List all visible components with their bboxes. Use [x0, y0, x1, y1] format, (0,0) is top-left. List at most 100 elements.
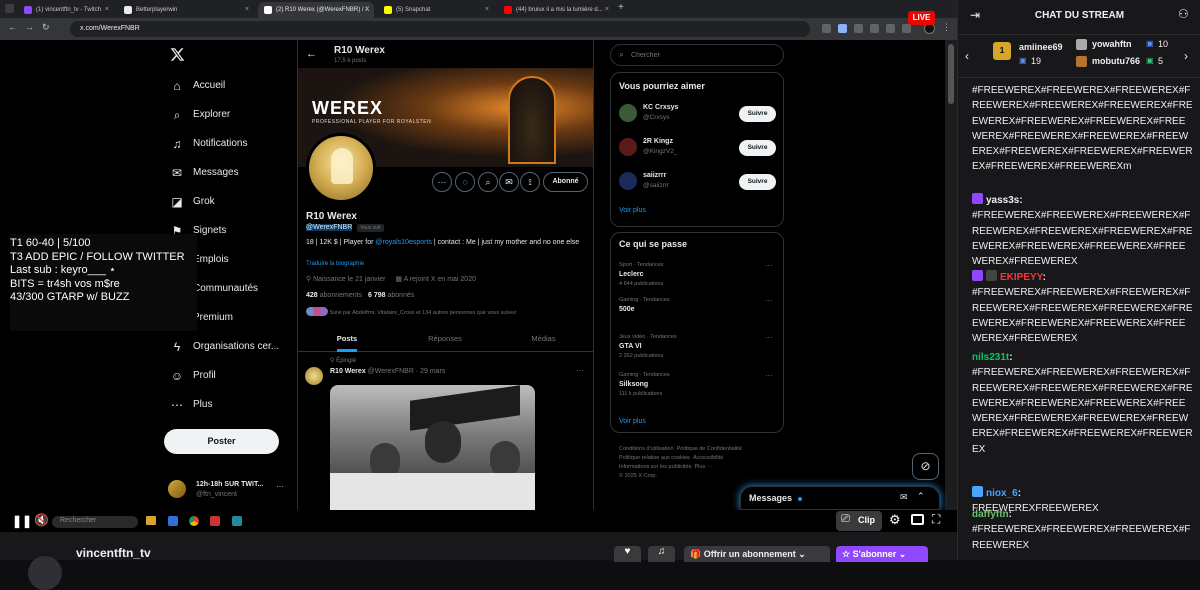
tab-replies[interactable]: Réponses	[396, 326, 494, 352]
post-author-avatar[interactable]	[305, 367, 323, 385]
search-icon[interactable]: ⌕	[478, 172, 498, 192]
browser-menu-icon[interactable]	[5, 4, 14, 13]
grok-icon[interactable]: ◌	[455, 172, 475, 192]
chat-users-icon[interactable]: ⚇	[1178, 7, 1189, 21]
followed-by-row[interactable]: Suivi par Abdelfrnr, Vitalaire_Cross et …	[306, 307, 591, 316]
volume-muted-icon[interactable]: 🔇	[34, 513, 49, 527]
chat-username[interactable]: daffyftn	[972, 509, 1009, 520]
gifter-name[interactable]: mobutu766	[1092, 56, 1140, 66]
translate-bio-link[interactable]: Traduire la biographie	[306, 261, 364, 267]
address-bar[interactable]: x.com/WerexFNBR	[70, 21, 810, 37]
following-link[interactable]: 428 abonnements	[306, 292, 362, 299]
mail-icon[interactable]: ✉	[499, 172, 519, 192]
post-more-button[interactable]: ···	[576, 366, 584, 375]
extension-icon[interactable]	[838, 24, 847, 33]
browser-tab[interactable]: (1) vincentftn_tv - Twitch ×	[18, 2, 114, 18]
channel-name[interactable]: vincentftn_tv	[76, 546, 151, 560]
followers-link[interactable]: 6 798 abonnés	[368, 292, 414, 299]
chat-username[interactable]: nils231t	[972, 352, 1009, 363]
new-tab-button[interactable]: +	[618, 2, 624, 13]
grok-floating-button[interactable]: ⊘	[912, 453, 939, 480]
tab-media[interactable]: Médias	[494, 326, 593, 352]
follow-button[interactable]: Suivre	[739, 140, 776, 156]
chevron-right-icon[interactable]: ›	[1184, 49, 1188, 63]
following-button[interactable]: Abonné	[543, 172, 588, 192]
extension-icon[interactable]	[886, 24, 895, 33]
sub-badge-icon[interactable]	[972, 193, 983, 204]
browser-tab[interactable]: (5) Snapchat ×	[378, 2, 494, 18]
theatre-mode-icon[interactable]	[911, 514, 924, 525]
forward-arrow-icon[interactable]: →	[25, 22, 34, 32]
extension-icon[interactable]	[854, 24, 863, 33]
browser-tab[interactable]: (44) bruiux il a mis la lumière d... ×	[498, 2, 614, 18]
chat-username[interactable]: niox_6	[986, 488, 1018, 499]
extension-icon[interactable]	[822, 24, 831, 33]
search-input[interactable]	[631, 48, 771, 62]
footer-link[interactable]: Informations sur les publicités	[619, 464, 691, 470]
suggestion-row[interactable]: saiizrrr @saiizrrr Suivre	[619, 172, 779, 194]
volume-slider[interactable]: Rechercher	[52, 516, 138, 528]
more-dots-icon[interactable]: ···	[432, 172, 452, 192]
gifter-name[interactable]: amiinee69	[1019, 42, 1063, 52]
footer-link[interactable]: Conditions d'utilisation	[619, 446, 674, 452]
address-bar-text[interactable]: x.com/WerexFNBR	[80, 25, 140, 32]
pause-icon[interactable]: ❚❚	[12, 514, 32, 528]
new-message-icon[interactable]: ✉	[900, 492, 908, 503]
close-tab-icon[interactable]: ×	[485, 6, 489, 13]
channel-avatar[interactable]	[28, 556, 62, 590]
taskbar-app-icon[interactable]	[232, 516, 242, 526]
trend-more-icon[interactable]: ···	[765, 333, 773, 342]
close-tab-icon[interactable]: ×	[365, 6, 369, 13]
suggestions-more-link[interactable]: Voir plus	[619, 207, 646, 214]
close-tab-icon[interactable]: ×	[105, 6, 109, 13]
suggestion-row[interactable]: KC Crxsys @Crxsys Suivre	[619, 104, 779, 126]
trend-item[interactable]: Sport · Tendances Leclerc 4 844 publicatio…	[619, 261, 779, 287]
sub-badge-icon[interactable]	[972, 486, 983, 497]
post-author[interactable]: R10 Werex	[330, 368, 366, 375]
taskbar-app-icon[interactable]	[210, 516, 220, 526]
expand-icon[interactable]: ⌃	[917, 491, 925, 502]
taskbar-chrome-icon[interactable]	[189, 516, 199, 526]
extension-icon[interactable]	[902, 24, 911, 33]
close-tab-icon[interactable]: ×	[245, 6, 249, 13]
extension-icon[interactable]	[870, 24, 879, 33]
reload-icon[interactable]: ↻	[42, 22, 50, 33]
trend-item[interactable]: Gaming · Tendances 500e ···	[619, 296, 779, 316]
browser-tab-active[interactable]: (2) R10 Werex (@WerexFNBR) / X ×	[258, 2, 374, 18]
trend-item[interactable]: Jeux vidéo · Tendances GTA VI 2 262 public…	[619, 333, 779, 359]
follow-button[interactable]: Suivre	[739, 174, 776, 190]
post-button[interactable]: Poster	[164, 429, 279, 454]
footer-link[interactable]: Accessibilité	[693, 455, 723, 461]
notification-bell-icon[interactable]: ⟟	[520, 172, 540, 192]
sub-badge-icon[interactable]	[972, 270, 983, 281]
messages-drawer[interactable]: Messages ✉ ⌃	[740, 486, 940, 510]
fullscreen-icon[interactable]: ⛶	[932, 512, 940, 527]
scrollbar-thumb[interactable]	[948, 44, 954, 104]
chat-username[interactable]: EKIPEYY	[1000, 272, 1043, 283]
muted-icon[interactable]	[986, 270, 997, 281]
more-dots-icon[interactable]: ···	[276, 482, 284, 491]
x-logo-icon[interactable]	[170, 47, 185, 62]
kebab-menu-icon[interactable]: ⋮	[942, 22, 951, 33]
chat-username[interactable]: yass3s	[986, 195, 1019, 206]
footer-link[interactable]: Politique relative aux cookies	[619, 455, 690, 461]
footer-link[interactable]: Politique de Confidentialité	[677, 446, 742, 452]
gifter-name[interactable]: yowahftn	[1092, 39, 1132, 49]
clip-button[interactable]: ⎚ Clip	[836, 511, 882, 531]
back-arrow-icon[interactable]: ←	[8, 22, 17, 32]
bio-mention-link[interactable]: @royals10esports	[375, 239, 432, 246]
trend-more-icon[interactable]: ···	[765, 261, 773, 270]
close-tab-icon[interactable]: ×	[605, 6, 609, 13]
search-field[interactable]: ⌕	[610, 44, 784, 66]
page-scrollbar[interactable]	[945, 40, 957, 510]
trend-more-icon[interactable]: ···	[765, 371, 773, 380]
suggestion-row[interactable]: 2R Kingz @KingzV2_ Suivre	[619, 138, 779, 160]
profile-avatar[interactable]	[306, 133, 376, 203]
back-arrow-icon[interactable]: ←	[306, 48, 317, 60]
trend-item[interactable]: Gaming · Tendances Silksong 111 k publicat…	[619, 371, 779, 397]
trends-more-link[interactable]: Voir plus	[619, 418, 646, 425]
settings-gear-icon[interactable]: ⚙	[889, 512, 901, 528]
account-switcher[interactable]: 12h-18h SUR TWIT... @ftn_vincent ···	[168, 478, 286, 504]
chevron-left-icon[interactable]: ‹	[965, 49, 969, 63]
taskbar-folder-icon[interactable]	[146, 516, 156, 525]
